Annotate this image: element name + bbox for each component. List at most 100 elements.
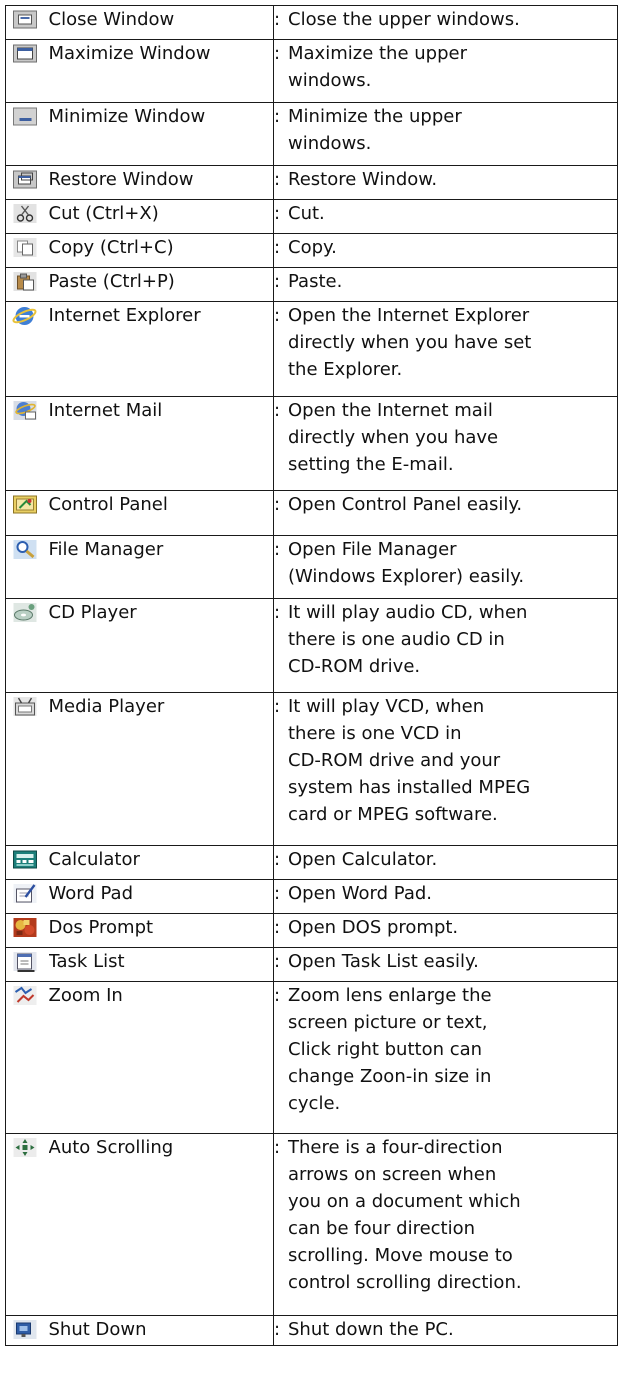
icon-cell: [5, 39, 49, 103]
description-line: Open Control Panel easily.: [288, 494, 523, 515]
command-row: Control Panel: Open Control Panel easily.: [5, 490, 618, 536]
command-description: Shut down the PC.: [288, 1317, 617, 1344]
command-description: Maximize the upper windows.: [288, 41, 617, 95]
description-line: you on a document which: [288, 1191, 521, 1212]
description-line: CD-ROM drive and your: [288, 750, 501, 771]
command-reference-document: Close Window: Close the upper windows. Max…: [0, 0, 622, 1391]
colon-separator: :: [274, 985, 281, 1006]
icon-cell: [5, 845, 49, 880]
colon-separator: :: [274, 43, 281, 64]
command-description: Zoom lens enlarge the screen picture or t…: [288, 983, 617, 1118]
description-line: the Explorer.: [288, 359, 403, 380]
description-line: Click right button can: [288, 1039, 483, 1060]
command-name: Minimize Window: [48, 102, 274, 166]
internet-mail-icon: [11, 399, 39, 422]
icon-cell: [5, 1315, 49, 1346]
icon-cell: [5, 199, 49, 234]
command-description-cell: : Shut down the PC.: [273, 1315, 618, 1346]
command-description-cell: : Open the Internet Explorer directly when…: [273, 301, 618, 397]
icon-cell: [5, 981, 49, 1134]
colon-separator: :: [274, 305, 281, 326]
description-line: control scrolling direction.: [288, 1272, 522, 1293]
icon-cell: [5, 947, 49, 982]
auto-scrolling-icon: [11, 1136, 39, 1159]
command-name: CD Player: [48, 598, 274, 693]
command-description: Open Control Panel easily.: [288, 492, 617, 519]
command-description-cell: : Open Calculator.: [273, 845, 618, 880]
command-description-cell: : Cut.: [273, 199, 618, 234]
command-description: Cut.: [288, 201, 617, 228]
description-line: There is a four-direction: [288, 1137, 503, 1158]
restore-window-icon: [11, 168, 39, 191]
command-description-cell: : Close the upper windows.: [273, 5, 618, 40]
command-name: Auto Scrolling: [48, 1133, 274, 1316]
cut-icon: [11, 202, 39, 225]
media-player-icon: [11, 695, 39, 718]
colon-separator: :: [274, 1319, 281, 1340]
icon-cell: [5, 165, 49, 200]
description-line: cycle.: [288, 1093, 341, 1114]
internet-explorer-icon: [11, 304, 39, 327]
icon-cell: [5, 267, 49, 302]
description-line: Copy.: [288, 237, 337, 258]
colon-separator: :: [274, 169, 281, 190]
command-row: Media Player: It will play VCD, when there…: [5, 692, 618, 846]
command-name: File Manager: [48, 535, 274, 599]
icon-cell: [5, 535, 49, 599]
command-name: Maximize Window: [48, 39, 274, 103]
icon-cell: [5, 301, 49, 397]
description-line: can be four direction: [288, 1218, 476, 1239]
colon-separator: :: [274, 602, 281, 623]
zoom-in-icon: [11, 984, 39, 1007]
description-line: Restore Window.: [288, 169, 438, 190]
command-description-cell: : It will play audio CD, when there is one…: [273, 598, 618, 693]
command-description-cell: : Copy.: [273, 233, 618, 268]
description-line: Open Calculator.: [288, 849, 438, 870]
command-description-cell: : Maximize the upper windows.: [273, 39, 618, 103]
description-line: system has installed MPEG: [288, 777, 531, 798]
command-description: Open Word Pad.: [288, 881, 617, 908]
control-panel-icon: [11, 493, 39, 516]
shut-down-icon: [11, 1318, 39, 1341]
command-description: Open DOS prompt.: [288, 915, 617, 942]
command-row: Internet Mail: Open the Internet mail dire…: [5, 396, 618, 491]
file-manager-icon: [11, 538, 39, 561]
icon-cell: [5, 1133, 49, 1316]
description-line: (Windows Explorer) easily.: [288, 566, 525, 587]
command-name: Restore Window: [48, 165, 274, 200]
command-description-cell: : Open Control Panel easily.: [273, 490, 618, 536]
description-line: directly when you have set: [288, 332, 532, 353]
description-line: card or MPEG software.: [288, 804, 498, 825]
description-line: Open the Internet mail: [288, 400, 493, 421]
command-table: Close Window: Close the upper windows. Max…: [5, 5, 618, 1346]
command-row: Zoom In: Zoom lens enlarge the screen pict…: [5, 981, 618, 1134]
description-line: Minimize the upper: [288, 106, 462, 127]
command-row: Word Pad: Open Word Pad.: [5, 879, 618, 914]
command-row: Task List: Open Task List easily.: [5, 947, 618, 982]
description-line: Open Word Pad.: [288, 883, 433, 904]
command-description: Restore Window.: [288, 167, 617, 194]
description-line: Open DOS prompt.: [288, 917, 459, 938]
command-row: Calculator: Open Calculator.: [5, 845, 618, 880]
description-line: Open File Manager: [288, 539, 457, 560]
command-name: Control Panel: [48, 490, 274, 536]
icon-cell: [5, 233, 49, 268]
colon-separator: :: [274, 106, 281, 127]
command-row: Shut Down: Shut down the PC.: [5, 1315, 618, 1346]
command-description-cell: : Paste.: [273, 267, 618, 302]
icon-cell: [5, 102, 49, 166]
description-line: scrolling. Move mouse to: [288, 1245, 513, 1266]
command-row: Auto Scrolling: There is a four-direction…: [5, 1133, 618, 1316]
command-description-cell: : Minimize the upper windows.: [273, 102, 618, 166]
command-name: Internet Mail: [48, 396, 274, 491]
command-description-cell: : Open Word Pad.: [273, 879, 618, 914]
colon-separator: :: [274, 539, 281, 560]
description-line: Zoom lens enlarge the: [288, 985, 492, 1006]
command-name: Internet Explorer: [48, 301, 274, 397]
command-description: Open Task List easily.: [288, 949, 617, 976]
command-description: Open the Internet Explorer directly when …: [288, 303, 617, 384]
dos-prompt-icon: [11, 916, 39, 939]
description-line: windows.: [288, 70, 372, 91]
command-row: CD Player: It will play audio CD, when the…: [5, 598, 618, 693]
command-description-cell: : Restore Window.: [273, 165, 618, 200]
